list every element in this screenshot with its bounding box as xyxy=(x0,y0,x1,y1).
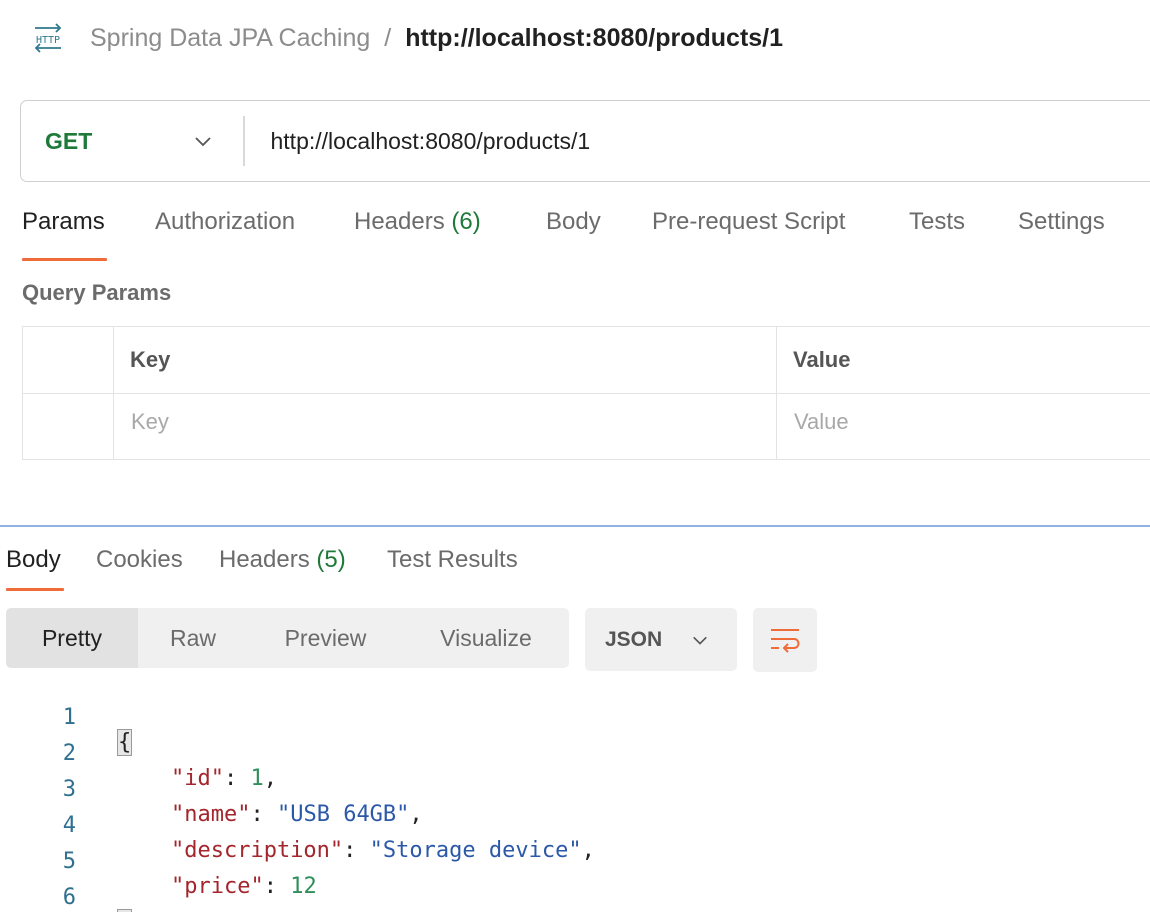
table-header-row: Key Value xyxy=(23,327,1150,394)
tab-headers-label: Headers xyxy=(354,208,445,235)
code-line: 5 "price": 12 xyxy=(0,824,317,899)
query-params-table: Key Value Key Value xyxy=(22,326,1150,460)
code-line: 2 "id": 1, xyxy=(0,716,277,791)
active-response-tab-indicator xyxy=(6,588,64,591)
json-value: "USB 64GB" xyxy=(276,802,410,827)
chevron-down-icon xyxy=(693,636,707,645)
tab-response-headers-count: (5) xyxy=(316,546,346,573)
code-line: 4 "description": "Storage device", xyxy=(0,788,595,863)
open-brace: { xyxy=(116,729,133,756)
breadcrumb: HTTP Spring Data JPA Caching / http://lo… xyxy=(30,18,783,58)
tab-body[interactable]: Body xyxy=(546,208,601,236)
param-value-placeholder: Value xyxy=(794,409,849,434)
active-tab-indicator xyxy=(22,258,107,261)
url-bar: GET http://localhost:8080/products/1 xyxy=(20,100,1150,182)
json-value: 1 xyxy=(250,766,264,791)
json-key: "id" xyxy=(170,766,224,791)
pane-divider[interactable] xyxy=(0,525,1150,527)
json-key: "price" xyxy=(170,874,264,899)
breadcrumb-collection[interactable]: Spring Data JPA Caching xyxy=(90,24,370,53)
tab-settings[interactable]: Settings xyxy=(1018,208,1105,236)
view-mode-group: Pretty Raw Preview Visualize xyxy=(6,608,569,668)
breadcrumb-request-name[interactable]: http://localhost:8080/products/1 xyxy=(405,24,783,53)
tab-authorization[interactable]: Authorization xyxy=(155,208,295,236)
url-divider xyxy=(243,116,245,166)
view-raw-button[interactable]: Raw xyxy=(138,608,248,668)
code-line: 6 } xyxy=(0,860,133,912)
json-key: "name" xyxy=(170,802,251,827)
query-params-title: Query Params xyxy=(22,280,172,305)
method-select[interactable]: GET xyxy=(21,101,243,181)
method-label: GET xyxy=(45,127,93,154)
format-select[interactable]: JSON xyxy=(585,608,737,671)
param-key-input[interactable]: Key xyxy=(113,393,777,459)
json-value: "Storage device" xyxy=(369,838,582,863)
param-key-placeholder: Key xyxy=(131,409,169,434)
json-key: "description" xyxy=(170,838,344,863)
tab-test-results[interactable]: Test Results xyxy=(387,546,518,574)
view-pretty-button[interactable]: Pretty xyxy=(6,608,138,668)
tab-tests[interactable]: Tests xyxy=(909,208,965,236)
breadcrumb-separator: / xyxy=(384,23,392,52)
code-line: 3 "name": "USB 64GB", xyxy=(0,752,423,827)
param-value-input[interactable]: Value xyxy=(776,393,1150,459)
http-icon: HTTP xyxy=(34,23,62,53)
column-header-key: Key xyxy=(130,347,171,372)
tab-response-headers-label: Headers xyxy=(219,546,310,573)
code-line: 1 { xyxy=(0,680,133,756)
json-value: 12 xyxy=(290,874,317,899)
tab-headers-count: (6) xyxy=(451,208,481,235)
tab-pre-request-script[interactable]: Pre-request Script xyxy=(652,208,845,236)
line-number: 6 xyxy=(62,885,76,910)
tab-params[interactable]: Params xyxy=(22,208,105,236)
table-header-key-cell: Key xyxy=(113,327,777,393)
format-label: JSON xyxy=(605,627,663,651)
wrap-lines-icon xyxy=(771,629,800,653)
chevron-down-icon xyxy=(195,137,211,147)
view-visualize-button[interactable]: Visualize xyxy=(403,608,569,668)
column-header-value: Value xyxy=(793,347,851,372)
tab-response-headers[interactable]: Headers (5) xyxy=(219,546,346,574)
row-check-cell[interactable] xyxy=(23,393,114,459)
wrap-lines-button[interactable] xyxy=(753,608,817,672)
postman-request-view: HTTP Spring Data JPA Caching / http://lo… xyxy=(0,0,1150,912)
view-preview-button[interactable]: Preview xyxy=(248,608,403,668)
tab-response-body[interactable]: Body xyxy=(6,546,61,574)
url-input[interactable]: http://localhost:8080/products/1 xyxy=(271,128,591,155)
tab-headers[interactable]: Headers (6) xyxy=(354,208,481,236)
table-header-check-cell xyxy=(23,327,114,393)
table-row: Key Value xyxy=(23,393,1150,459)
tab-cookies[interactable]: Cookies xyxy=(96,546,183,574)
table-header-value-cell: Value xyxy=(776,327,1150,393)
